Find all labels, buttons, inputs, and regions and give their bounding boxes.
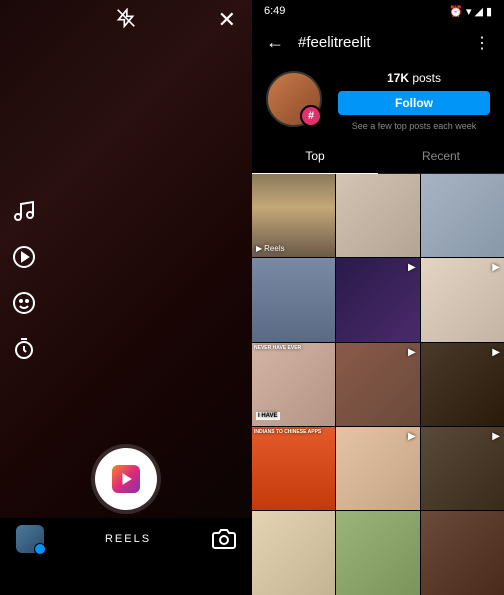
reels-icon <box>112 465 140 493</box>
hashtag-profile-section: 17K posts Follow See a few top posts eac… <box>252 63 504 139</box>
timer-icon[interactable] <box>12 337 36 361</box>
grid-item[interactable] <box>252 258 335 341</box>
camera-top-bar: ✕ <box>0 0 252 40</box>
music-icon[interactable] <box>12 199 36 223</box>
status-time: 6:49 <box>264 5 285 17</box>
back-arrow-icon[interactable]: ← <box>266 32 284 53</box>
grid-item[interactable]: ▶ Reels <box>252 174 335 257</box>
speed-icon[interactable] <box>12 245 36 269</box>
profile-info: 17K posts Follow See a few top posts eac… <box>338 71 490 131</box>
hashtag-title: #feelitreelit <box>298 34 371 51</box>
mode-label: REELS <box>105 533 151 545</box>
reels-badge: ▶ Reels <box>256 244 285 253</box>
close-icon[interactable]: ✕ <box>218 7 236 33</box>
capture-button[interactable] <box>95 448 157 510</box>
alarm-icon: ⏰ <box>449 5 463 18</box>
status-bar: 6:49 ⏰ ▾ ◢ ▮ <box>252 0 504 22</box>
grid-item[interactable]: INDIANS TO CHINESE APPS <box>252 427 335 510</box>
overlay-text: NEVER HAVE EVER <box>254 345 301 351</box>
effects-icon[interactable] <box>12 291 36 315</box>
grid-item[interactable] <box>336 174 419 257</box>
play-icon: ▶ <box>492 347 500 358</box>
play-icon: ▶ <box>492 262 500 273</box>
camera-bottom-bar: REELS <box>0 518 252 560</box>
camera-side-tools <box>12 199 36 361</box>
wifi-icon: ▾ <box>466 5 472 18</box>
battery-icon: ▮ <box>486 5 492 18</box>
hashtag-screen: 6:49 ⏰ ▾ ◢ ▮ ← #feelitreelit ⋮ 17K posts… <box>252 0 504 560</box>
post-count: 17K posts <box>387 71 441 85</box>
follow-button[interactable]: Follow <box>338 91 490 115</box>
tabs: Top Recent <box>252 139 504 174</box>
overlay-text: I HAVE <box>256 412 280 420</box>
see-more-text: See a few top posts each week <box>352 121 477 131</box>
reels-camera-screen: ✕ REELS <box>0 0 252 560</box>
status-icons: ⏰ ▾ ◢ ▮ <box>449 5 492 18</box>
signal-icon: ◢ <box>474 5 482 18</box>
play-icon: ▶ <box>492 431 500 442</box>
play-icon: ▶ <box>408 262 416 273</box>
hashtag-avatar[interactable] <box>266 71 322 127</box>
grid-item[interactable]: ▶ <box>336 258 419 341</box>
play-icon: ▶ <box>408 431 416 442</box>
grid-item[interactable]: ▶ <box>336 343 419 426</box>
grid-item[interactable]: ▶ <box>421 343 504 426</box>
gallery-thumbnail[interactable] <box>16 525 44 553</box>
capture-area <box>0 448 252 510</box>
posts-grid: ▶ Reels ▶ ▶ NEVER HAVE EVER I HAVE ▶ ▶ I… <box>252 174 504 595</box>
play-icon: ▶ <box>408 347 416 358</box>
menu-dots-icon[interactable]: ⋮ <box>474 33 490 53</box>
hashtag-header: ← #feelitreelit ⋮ <box>252 22 504 63</box>
grid-item[interactable]: ▶ <box>421 258 504 341</box>
grid-item[interactable] <box>336 511 419 594</box>
overlay-text: INDIANS TO CHINESE APPS <box>254 429 321 435</box>
grid-item[interactable] <box>252 511 335 594</box>
grid-item[interactable]: ▶ <box>336 427 419 510</box>
grid-item[interactable] <box>421 511 504 594</box>
grid-item[interactable]: ▶ <box>421 427 504 510</box>
tab-recent[interactable]: Recent <box>378 139 504 173</box>
camera-switch-icon[interactable] <box>212 527 236 551</box>
tab-top[interactable]: Top <box>252 139 378 173</box>
grid-item[interactable] <box>421 174 504 257</box>
grid-item[interactable]: NEVER HAVE EVER I HAVE <box>252 343 335 426</box>
flash-off-icon[interactable] <box>116 8 136 33</box>
